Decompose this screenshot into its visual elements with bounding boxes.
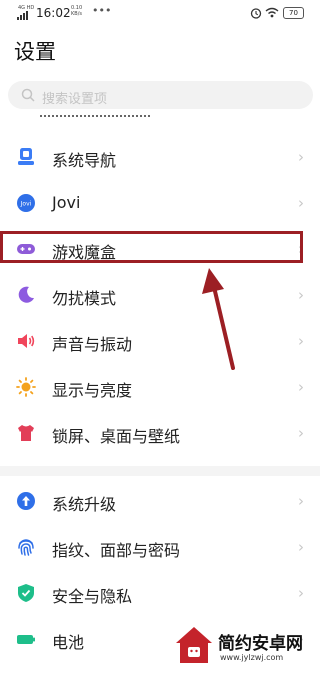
chevron-right-icon: ›	[298, 378, 304, 396]
settings-item-label: 显示与亮度	[52, 381, 133, 400]
more-dots-icon: •••	[92, 4, 112, 17]
settings-item-security[interactable]: 安全与隐私 ›	[0, 571, 320, 615]
settings-item-label: 锁屏、桌面与壁纸	[52, 427, 181, 446]
settings-item-label: 声音与振动	[52, 335, 133, 354]
fingerprint-icon	[18, 539, 34, 556]
battery-setting-icon	[17, 635, 35, 644]
settings-item-do-not-disturb[interactable]: 勿扰模式 ›	[0, 273, 320, 317]
chevron-right-icon: ›	[298, 194, 304, 212]
highlight-box	[0, 231, 303, 263]
chevron-right-icon: ›	[298, 492, 304, 510]
chevron-right-icon: ›	[298, 148, 304, 166]
sound-icon	[18, 334, 35, 348]
settings-item-label: 勿扰模式	[52, 289, 117, 308]
settings-item-label: 电池	[52, 633, 85, 652]
status-bar: 4G HD 16:02 0.10 KB/s ••• 70	[0, 0, 320, 26]
watermark: 简约安卓网 www.jylzwj.com	[174, 623, 314, 671]
chevron-right-icon: ›	[298, 538, 304, 556]
settings-item-jovi[interactable]: Jovi Jovi ›	[0, 181, 320, 225]
signal-icon	[17, 11, 28, 20]
wifi-icon	[265, 7, 279, 18]
page-title: 设置	[14, 40, 56, 64]
chevron-right-icon: ›	[298, 424, 304, 442]
search-input[interactable]: 搜索设置项	[8, 81, 313, 109]
watermark-brand: 简约安卓网	[218, 634, 303, 654]
battery-icon: 70	[283, 7, 304, 19]
chevron-right-icon: ›	[298, 584, 304, 602]
settings-item-sound[interactable]: 声音与振动 ›	[0, 319, 320, 363]
settings-item-label: 指纹、面部与密码	[52, 541, 181, 560]
wallpaper-icon	[18, 425, 34, 441]
jovi-icon: Jovi	[17, 194, 35, 212]
settings-item-label: Jovi	[52, 193, 81, 212]
system-navigation-icon	[18, 148, 34, 165]
house-logo-icon	[176, 627, 212, 663]
system-update-icon	[17, 492, 35, 510]
search-icon	[21, 88, 35, 102]
settings-item-fingerprint[interactable]: 指纹、面部与密码 ›	[0, 525, 320, 569]
alarm-icon	[250, 8, 262, 19]
chevron-right-icon: ›	[298, 286, 304, 304]
settings-item-wallpaper[interactable]: 锁屏、桌面与壁纸 ›	[0, 411, 320, 455]
section-divider	[0, 466, 320, 476]
watermark-url: www.jylzwj.com	[220, 653, 284, 662]
settings-item-label: 系统升级	[52, 495, 117, 514]
settings-item-system-update[interactable]: 系统升级 ›	[0, 479, 320, 523]
settings-item-display[interactable]: 显示与亮度 ›	[0, 365, 320, 409]
brightness-icon	[16, 377, 36, 397]
scrolled-row-fragment	[40, 113, 160, 119]
do-not-disturb-icon	[18, 286, 34, 303]
net-speed-unit: KB/s	[71, 11, 82, 17]
search-placeholder: 搜索设置项	[42, 92, 108, 107]
clock: 16:02	[36, 6, 71, 20]
settings-item-system-navigation[interactable]: 系统导航 ›	[0, 135, 320, 179]
security-icon	[18, 584, 34, 602]
battery-level: 70	[289, 9, 298, 17]
chevron-right-icon: ›	[298, 332, 304, 350]
settings-item-label: 安全与隐私	[52, 587, 133, 606]
svg-text:Jovi: Jovi	[20, 201, 32, 208]
settings-item-label: 系统导航	[52, 151, 117, 170]
